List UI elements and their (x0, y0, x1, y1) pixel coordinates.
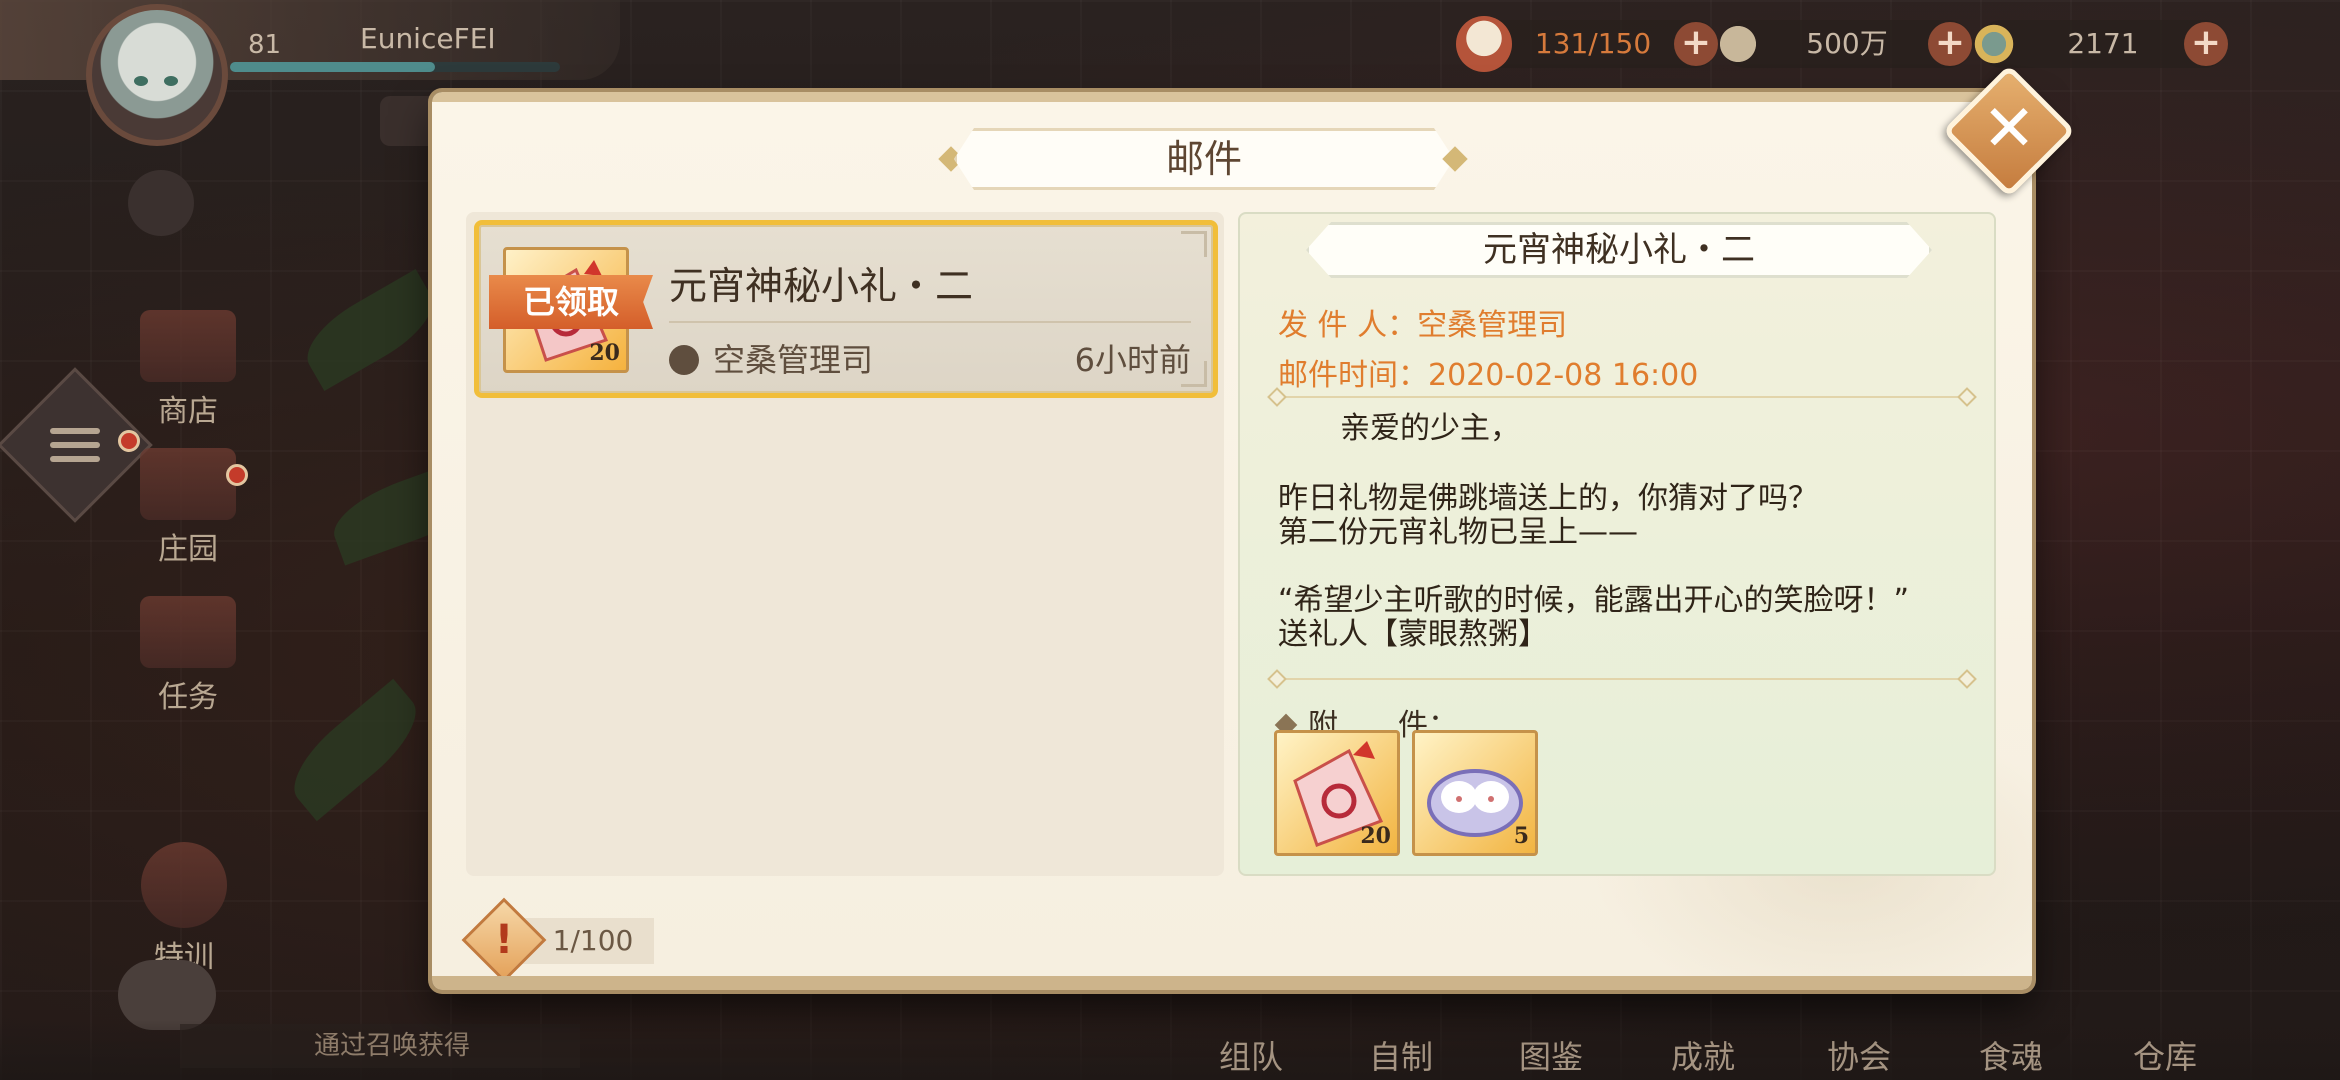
exp-fill (230, 62, 435, 72)
bottom-nav-guild[interactable]: 协会 (1804, 1032, 1914, 1078)
attachment-count: 20 (1360, 823, 1391, 849)
attachment-item[interactable]: 20 (1274, 730, 1400, 856)
side-nav-training[interactable]: 特训 (124, 842, 244, 976)
side-nav-quest[interactable]: 任务 (128, 596, 248, 716)
corner-ornament (1181, 231, 1207, 257)
bottom-nav-guild-label: 协会 (1826, 1038, 1891, 1076)
mail-detail-time: 邮件时间：2020-02-08 16:00 (1278, 350, 1698, 394)
side-nav-shop[interactable]: 商店 (128, 310, 248, 430)
time-label: 邮件时间： (1278, 358, 1428, 393)
mail-dialog-title: 邮件 (954, 128, 1454, 190)
menu-icon (50, 428, 100, 470)
bottom-nav-craft[interactable]: 自制 (1346, 1032, 1456, 1078)
corner-ornament (1181, 361, 1207, 387)
chat-hint[interactable]: 通过召唤获得 (180, 1024, 580, 1068)
bottom-nav-achievement[interactable]: 成就 (1648, 1032, 1758, 1078)
mail-greeting: 亲爱的少主， (1340, 411, 1520, 446)
mail-list-item[interactable]: 20 已领取 元宵神秘小礼・二 空桑管理司 6小时前 (474, 220, 1218, 398)
mail-body-line: 昨日礼物是佛跳墙送上的，你猜对了吗？ (1278, 481, 1818, 516)
sender-label: 发 件 人： (1278, 308, 1418, 343)
player-name: EuniceFEI (360, 22, 496, 55)
mail-detail: 元宵神秘小礼・二 发 件 人：空桑管理司 邮件时间：2020-02-08 16:… (1238, 212, 1996, 876)
attachment-item[interactable]: 5 (1412, 730, 1538, 856)
bottom-nav-food-soul-label: 食魂 (1978, 1038, 2043, 1076)
jade-value: 2171 (2067, 27, 2139, 60)
title-ornament-right (1432, 146, 1472, 172)
training-icon (141, 842, 227, 928)
stamina-value: 131/150 (1534, 27, 1652, 60)
mail-list: 20 已领取 元宵神秘小礼・二 空桑管理司 6小时前 (466, 212, 1224, 876)
mail-item-time: 6小时前 (1074, 341, 1191, 379)
bottom-nav-food-soul[interactable]: 食魂 (1956, 1032, 2066, 1078)
notification-dot (226, 464, 248, 486)
jade-coin-icon (1966, 16, 2022, 72)
shop-icon (140, 310, 236, 382)
player-level: 81 (248, 30, 282, 60)
avatar[interactable] (86, 4, 228, 146)
bottom-nav-warehouse-label: 仓库 (2132, 1038, 2197, 1076)
close-icon[interactable]: ✕ (1962, 84, 2056, 178)
time-value: 2020-02-08 16:00 (1428, 358, 1699, 393)
mail-detail-sender: 发 件 人：空桑管理司 (1278, 300, 1567, 344)
mail-body-line: 第二份元宵礼物已呈上—— (1278, 515, 1638, 550)
side-nav-quest-label: 任务 (158, 680, 218, 715)
exp-bar (230, 62, 560, 72)
bottom-nav-codex[interactable]: 图鉴 (1496, 1032, 1606, 1078)
claimed-badge: 已领取 (489, 275, 653, 329)
bottom-nav-craft-label: 自制 (1368, 1038, 1433, 1076)
mail-body-line: “希望少主听歌的时候，能露出开心的笑脸呀！” (1278, 583, 1910, 618)
mail-body-line: 送礼人【蒙眼熬粥】 (1278, 617, 1548, 652)
gold-resource: 500万 + (1710, 16, 1972, 72)
manor-icon (140, 448, 236, 520)
sender-value: 空桑管理司 (1417, 308, 1568, 343)
bottom-nav-warehouse[interactable]: 仓库 (2110, 1032, 2220, 1078)
bottom-nav-achievement-label: 成就 (1670, 1038, 1735, 1076)
divider (1276, 678, 1968, 680)
person-icon (669, 345, 699, 375)
chat-toggle-icon[interactable] (380, 96, 440, 146)
side-nav-manor-label: 庄园 (158, 532, 218, 567)
mail-item-sender: 空桑管理司 (669, 335, 873, 381)
mail-item-subject: 元宵神秘小礼・二 (669, 264, 974, 308)
stamina-resource: 131/150 + (1456, 16, 1718, 72)
divider (1276, 396, 1968, 398)
leaf-currency-icon (1710, 16, 1766, 72)
add-jade-button[interactable]: + (2184, 22, 2228, 66)
eye-icon[interactable] (128, 170, 194, 236)
attachment-count: 5 (1513, 823, 1529, 849)
exclamation-icon: ! (494, 917, 514, 963)
rice-bowl-icon (1456, 16, 1512, 72)
mail-detail-subject: 元宵神秘小礼・二 (1306, 222, 1932, 278)
thumb-count: 20 (589, 340, 620, 366)
bottom-nav-team[interactable]: 组队 (1196, 1032, 1306, 1078)
gold-value: 500万 (1806, 27, 1888, 60)
bottom-nav-team-label: 组队 (1218, 1038, 1283, 1076)
side-nav-shop-label: 商店 (158, 394, 218, 429)
mail-item-sender-name: 空桑管理司 (713, 341, 874, 379)
bottom-nav-codex-label: 图鉴 (1518, 1038, 1583, 1076)
jade-resource: 2171 + (1966, 16, 2228, 72)
item-divider (669, 321, 1191, 323)
quest-icon (140, 596, 236, 668)
mail-dialog: 邮件 20 已领取 元宵神秘小礼・二 空桑管理司 6小时前 元宵神秘小礼・二 发… (432, 92, 2032, 990)
